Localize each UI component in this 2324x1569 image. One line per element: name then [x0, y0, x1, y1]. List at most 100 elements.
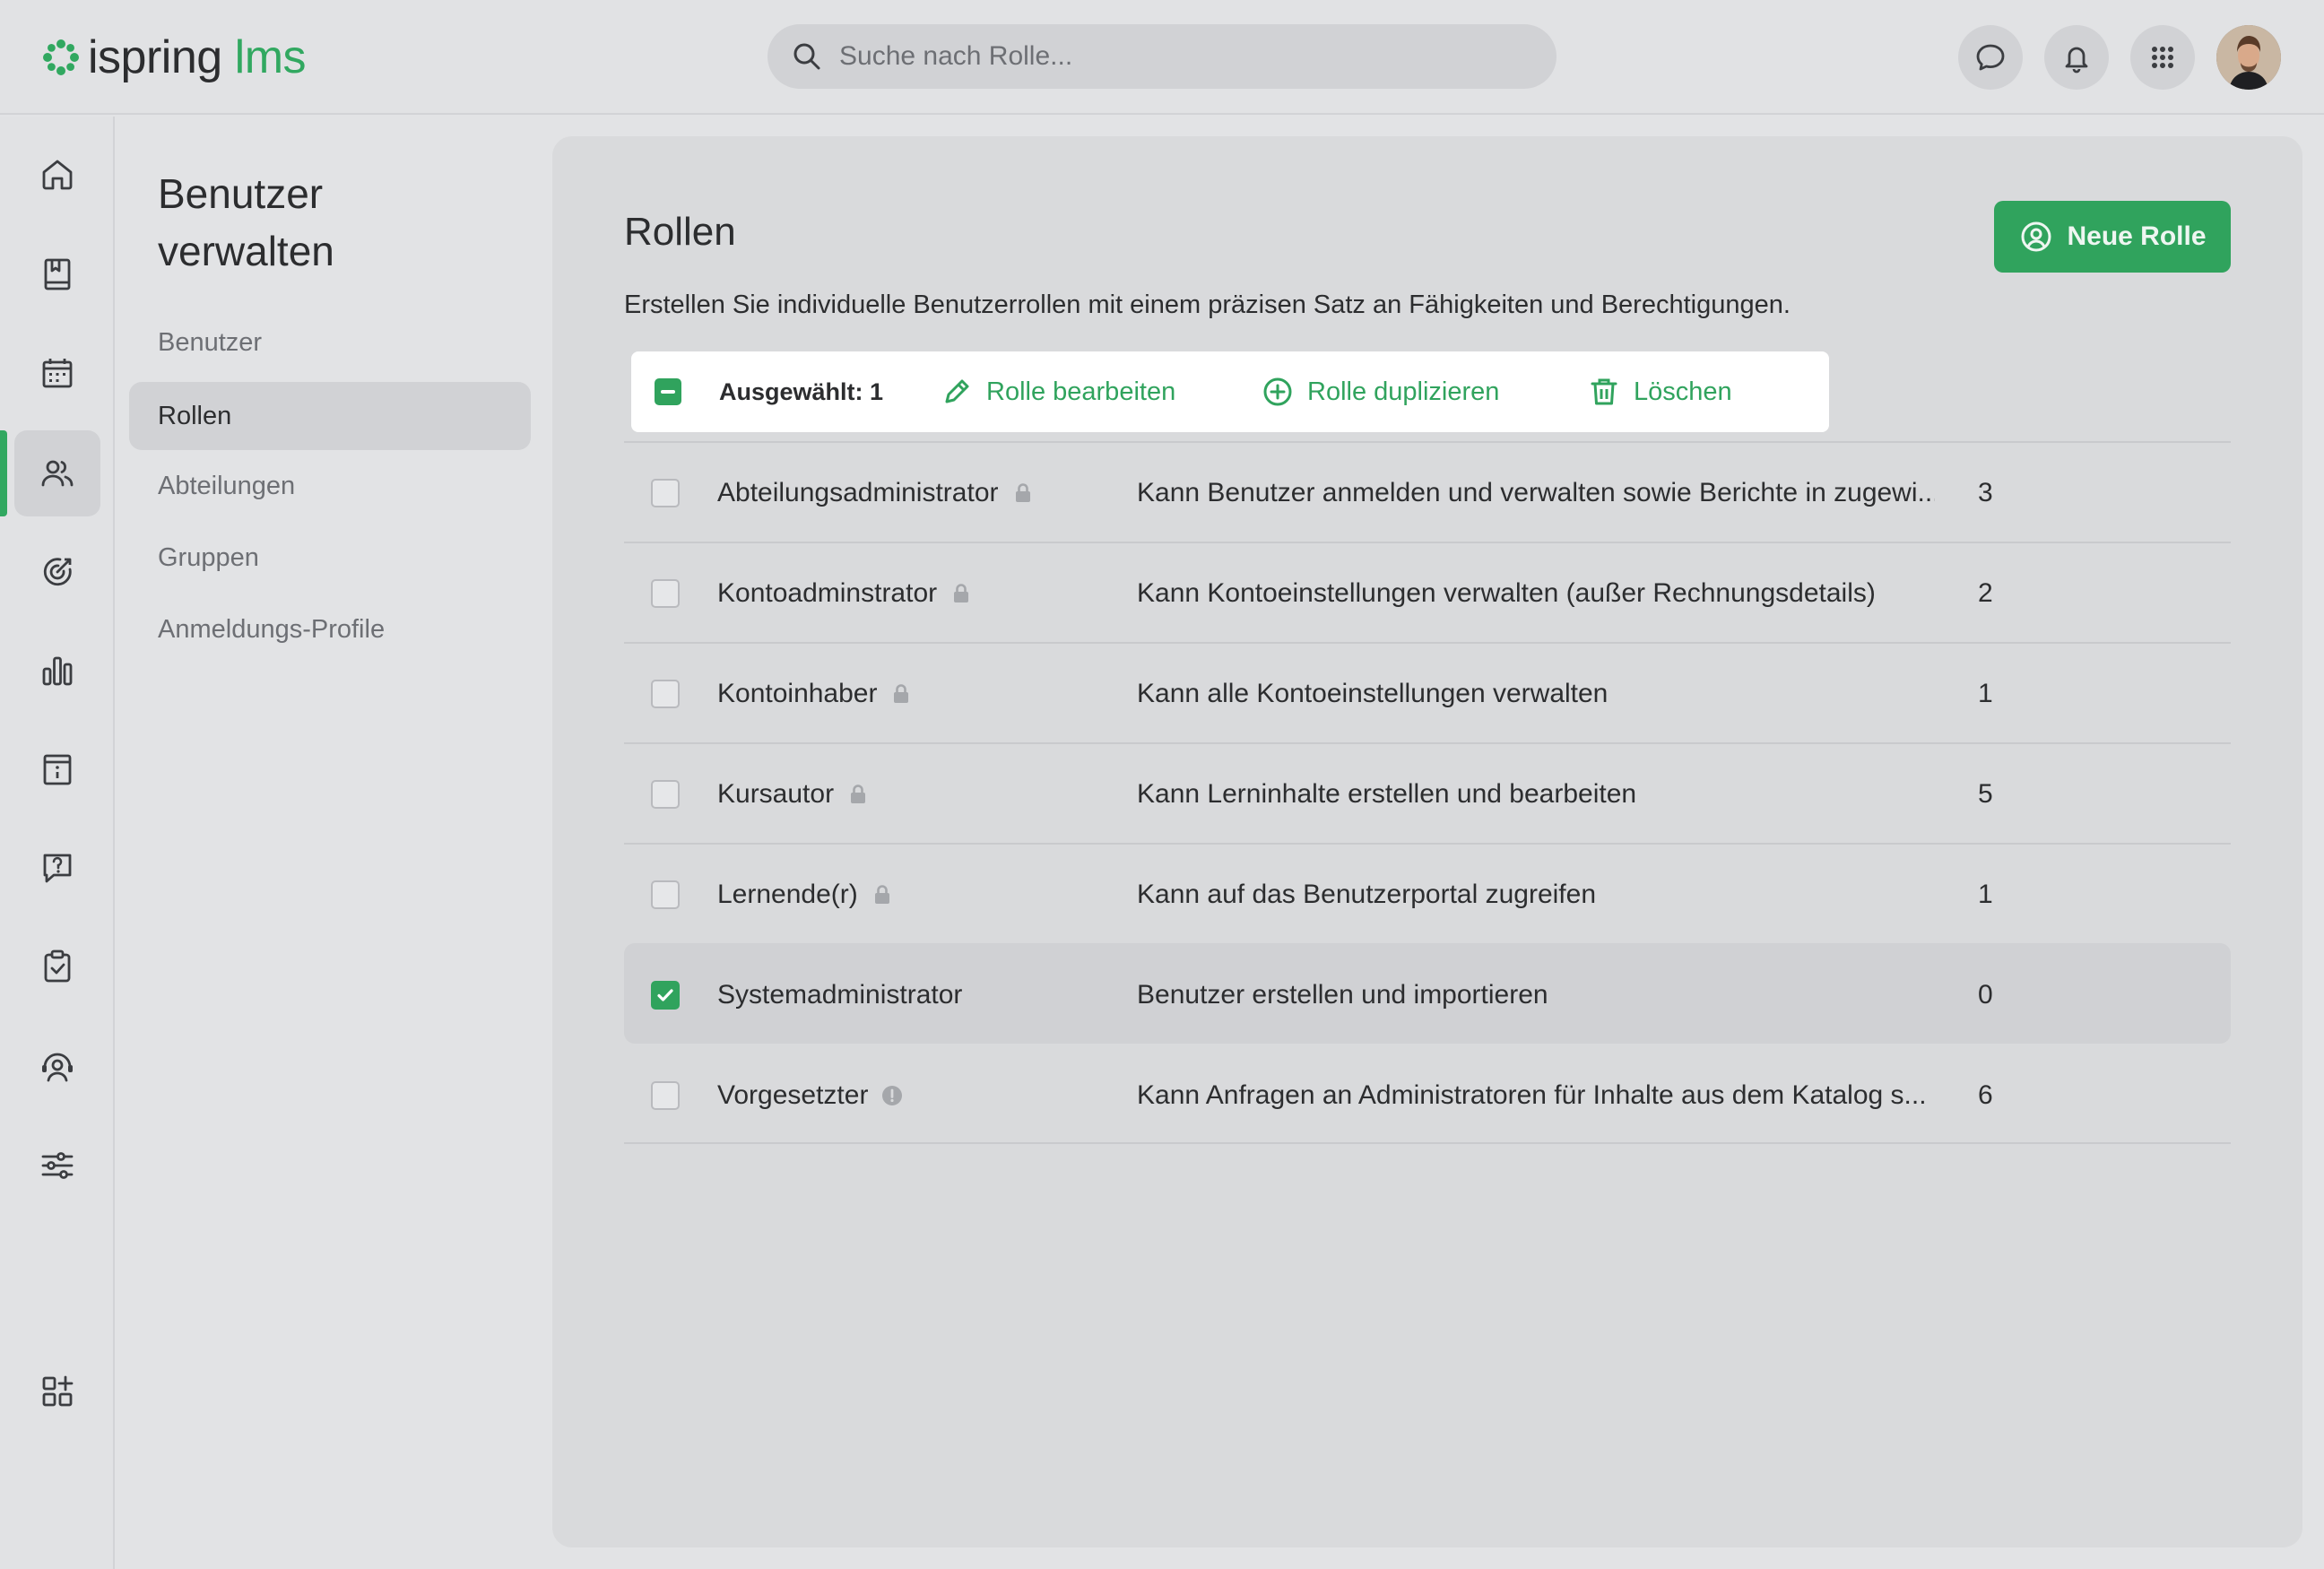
question-icon	[43, 854, 72, 883]
search-icon	[793, 43, 820, 70]
notifications-button[interactable]	[2044, 25, 2109, 90]
chart-icon	[42, 656, 73, 686]
chat-button[interactable]	[1958, 25, 2023, 90]
select-all-checkbox[interactable]	[655, 378, 681, 405]
row-checkbox-checked[interactable]	[651, 981, 680, 1010]
role-name-cell: Kontoadminstrator	[717, 543, 973, 644]
subnav-item-anmeldungs-profile[interactable]: Anmeldungs-Profile	[129, 595, 531, 663]
role-user-count: 3	[1978, 478, 1993, 507]
role-description: Kann Benutzer anmelden und verwalten sow…	[1137, 478, 1935, 507]
target-icon	[43, 558, 72, 586]
new-role-label: Neue Rolle	[2067, 221, 2207, 251]
rail-home[interactable]	[14, 131, 100, 217]
role-description: Kann Anfragen an Administratoren für Inh…	[1137, 1080, 1927, 1110]
table-row[interactable]: Kontoinhaber Kann alle Kontoeinstellunge…	[624, 642, 2231, 742]
top-bar: ispring lms	[0, 0, 2324, 115]
lock-icon	[1015, 483, 1030, 502]
role-name: Abteilungsadministrator	[717, 478, 999, 507]
table-row[interactable]: Vorgesetzter Kann Anfragen an Administra…	[624, 1044, 2231, 1144]
lock-icon	[874, 885, 889, 904]
apps-button[interactable]	[2130, 25, 2195, 90]
duplicate-role-button[interactable]: Rolle duplizieren	[1261, 351, 1499, 432]
rail-learning[interactable]	[14, 231, 100, 317]
sub-navigation: Benutzer verwalten Benutzer Rollen Abtei…	[117, 117, 551, 1569]
bell-icon	[2065, 47, 2088, 74]
subnav-item-gruppen[interactable]: Gruppen	[129, 524, 531, 592]
role-name-cell: Abteilungsadministrator	[717, 443, 1035, 543]
chat-icon	[1976, 44, 2005, 71]
role-name-cell: Kontoinhaber	[717, 644, 913, 744]
sliders-icon	[41, 1152, 74, 1179]
book-icon	[44, 258, 71, 290]
table-row[interactable]: Lernende(r) Kann auf das Benutzerportal …	[624, 843, 2231, 943]
info-board-icon	[43, 754, 72, 785]
role-description: Kann alle Kontoeinstellungen verwalten	[1137, 679, 1609, 708]
table-row-selected[interactable]: Systemadministrator Benutzer erstellen u…	[624, 943, 2231, 1044]
user-avatar[interactable]	[2216, 25, 2281, 90]
table-row[interactable]: Kontoadminstrator Kann Kontoeinstellunge…	[624, 542, 2231, 642]
row-checkbox[interactable]	[651, 579, 680, 608]
plus-circle-icon	[1263, 377, 1292, 406]
brand-name-ispring: ispring	[88, 31, 222, 83]
role-name-cell: Kursautor	[717, 744, 870, 845]
roles-panel: Rollen Erstellen Sie individuelle Benutz…	[552, 136, 2302, 1547]
table-row[interactable]: Abteilungsadministrator Kann Benutzer an…	[624, 441, 2231, 542]
role-name-cell: Vorgesetzter	[717, 1045, 904, 1146]
subnav-item-abteilungen[interactable]: Abteilungen	[129, 452, 531, 520]
lock-icon	[954, 584, 969, 602]
pencil-icon	[945, 379, 969, 403]
role-name: Kontoadminstrator	[717, 578, 938, 608]
rail-goals[interactable]	[14, 529, 100, 615]
section-title: Benutzer verwalten	[158, 170, 334, 274]
edit-role-button[interactable]: Rolle bearbeiten	[940, 351, 1175, 432]
subnav-item-rollen[interactable]: Rollen	[129, 382, 531, 450]
role-name: Systemadministrator	[717, 980, 963, 1010]
row-checkbox[interactable]	[651, 680, 680, 708]
rail-tasks[interactable]	[14, 923, 100, 1010]
support-user-icon	[42, 1053, 73, 1082]
row-checkbox[interactable]	[651, 479, 680, 507]
role-name-cell: Lernende(r)	[717, 845, 894, 945]
duplicate-role-label: Rolle duplizieren	[1307, 377, 1500, 406]
row-checkbox[interactable]	[651, 780, 680, 809]
role-user-count: 6	[1978, 1080, 1993, 1110]
add-widget-icon	[42, 1375, 74, 1407]
rail-support[interactable]	[14, 1024, 100, 1110]
warning-icon[interactable]	[880, 1084, 904, 1107]
rail-settings[interactable]	[14, 1123, 100, 1209]
selection-count: Ausgewählt: 1	[719, 377, 884, 405]
search-input[interactable]	[839, 41, 1521, 72]
row-checkbox[interactable]	[651, 1081, 680, 1110]
role-name: Lernende(r)	[717, 880, 858, 909]
role-description: Kann auf das Benutzerportal zugreifen	[1137, 880, 1597, 909]
rail-add-widget[interactable]	[14, 1348, 100, 1435]
new-role-button[interactable]: Neue Rolle	[1994, 201, 2231, 273]
subnav-item-benutzer[interactable]: Benutzer	[129, 308, 531, 377]
role-user-count: 5	[1978, 779, 1993, 809]
rail-questions[interactable]	[14, 825, 100, 911]
table-row[interactable]: Kursautor Kann Lerninhalte erstellen und…	[624, 742, 2231, 843]
rail-reports[interactable]	[14, 628, 100, 714]
role-user-count: 0	[1978, 980, 1993, 1010]
ispring-logo-icon	[43, 39, 79, 75]
brand-logo[interactable]: ispring lms	[39, 25, 307, 90]
role-name: Kontoinhaber	[717, 679, 878, 708]
users-icon	[41, 460, 74, 487]
row-checkbox[interactable]	[651, 880, 680, 909]
trash-icon	[1591, 378, 1617, 405]
calendar-icon	[42, 359, 73, 388]
rail-users[interactable]	[14, 430, 100, 516]
search-bar[interactable]	[767, 24, 1557, 89]
page-description: Erstellen Sie individuelle Benutzerrolle…	[624, 290, 1791, 319]
brand-name: ispring lms	[88, 30, 307, 84]
role-description: Benutzer erstellen und importieren	[1137, 980, 1548, 1010]
rail-info[interactable]	[14, 726, 100, 812]
delete-role-label: Löschen	[1634, 377, 1732, 406]
rail-calendar[interactable]	[14, 330, 100, 416]
role-name: Vorgesetzter	[717, 1080, 869, 1110]
delete-role-button[interactable]: Löschen	[1587, 351, 1732, 432]
clipboard-check-icon	[44, 949, 71, 983]
role-name: Kursautor	[717, 779, 835, 809]
role-description: Kann Kontoeinstellungen verwalten (außer…	[1137, 578, 1876, 608]
lock-icon	[851, 784, 866, 803]
